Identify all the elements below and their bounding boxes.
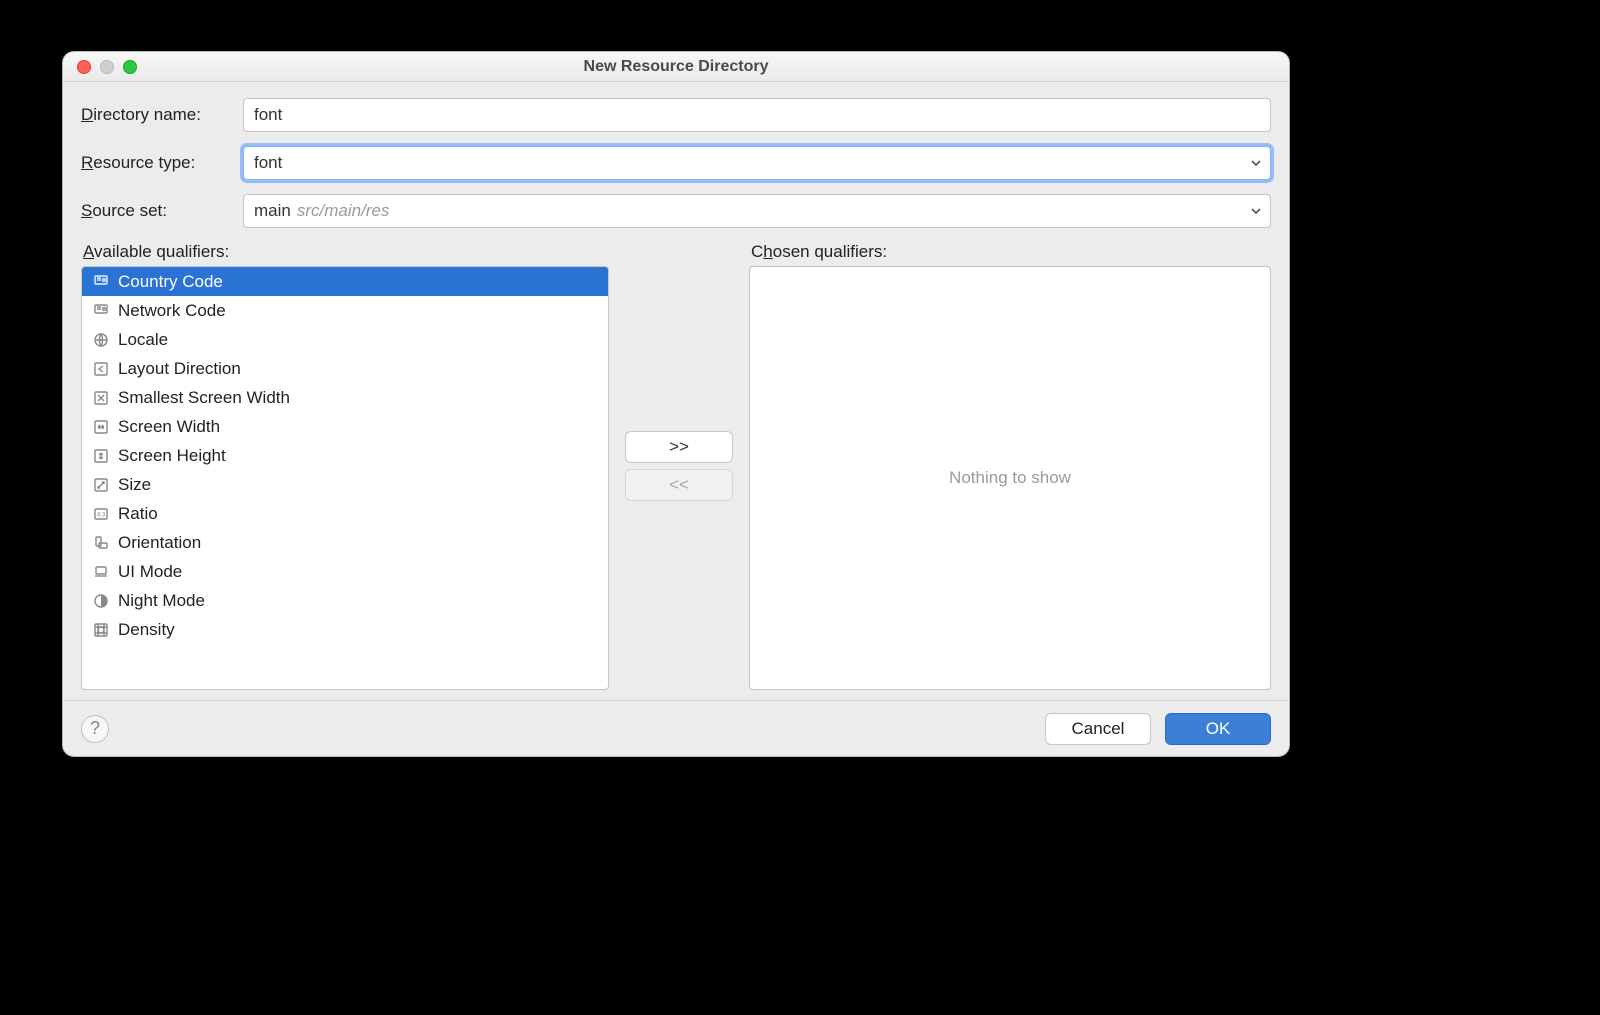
flag-icon bbox=[92, 273, 110, 291]
row-source-set: Source set: main src/main/res bbox=[81, 194, 1271, 228]
arrows-h-box-icon bbox=[92, 418, 110, 436]
row-resource-type: Resource type: font bbox=[81, 146, 1271, 180]
list-item[interactable]: Size bbox=[82, 470, 608, 499]
source-set-select[interactable]: main src/main/res bbox=[243, 194, 1271, 228]
label-available-qualifiers: Available qualifiers: bbox=[81, 242, 609, 262]
list-item-label: Orientation bbox=[118, 533, 201, 553]
label-chosen-qualifiers: Chosen qualifiers: bbox=[749, 242, 1271, 262]
close-icon[interactable] bbox=[77, 60, 91, 74]
list-item-label: Screen Width bbox=[118, 417, 220, 437]
chosen-qualifiers-list[interactable]: Nothing to show bbox=[749, 266, 1271, 690]
arrows-box-icon bbox=[92, 389, 110, 407]
list-item[interactable]: Country Code bbox=[82, 267, 608, 296]
orientation-icon bbox=[92, 534, 110, 552]
list-item-label: Network Code bbox=[118, 301, 226, 321]
dialog-title: New Resource Directory bbox=[584, 58, 769, 76]
laptop-icon bbox=[92, 563, 110, 581]
chevron-down-icon bbox=[1250, 205, 1262, 217]
row-directory-name: Directory name: font bbox=[81, 98, 1271, 132]
directory-name-input[interactable]: font bbox=[243, 98, 1271, 132]
list-item-label: Screen Height bbox=[118, 446, 226, 466]
label-directory-name: Directory name: bbox=[81, 105, 243, 125]
list-item-label: Size bbox=[118, 475, 151, 495]
list-item-label: Country Code bbox=[118, 272, 223, 292]
list-item[interactable]: Density bbox=[82, 615, 608, 644]
list-item[interactable]: Night Mode bbox=[82, 586, 608, 615]
cancel-button[interactable]: Cancel bbox=[1045, 713, 1151, 745]
help-icon: ? bbox=[90, 718, 100, 739]
list-item[interactable]: UI Mode bbox=[82, 557, 608, 586]
list-item-label: Layout Direction bbox=[118, 359, 241, 379]
help-button[interactable]: ? bbox=[81, 715, 109, 743]
remove-qualifier-button: << bbox=[625, 469, 733, 501]
source-set-hint: src/main/res bbox=[297, 201, 390, 221]
list-item[interactable]: 4:3 Ratio bbox=[82, 499, 608, 528]
list-item-label: UI Mode bbox=[118, 562, 182, 582]
chevron-down-icon bbox=[1250, 157, 1262, 169]
ok-button[interactable]: OK bbox=[1165, 713, 1271, 745]
flag-icon bbox=[92, 302, 110, 320]
dialog-new-resource-directory: New Resource Directory Directory name: f… bbox=[62, 51, 1290, 757]
list-item[interactable]: Layout Direction bbox=[82, 354, 608, 383]
list-item-label: Night Mode bbox=[118, 591, 205, 611]
list-item[interactable]: Orientation bbox=[82, 528, 608, 557]
source-set-value: main bbox=[254, 201, 291, 221]
available-qualifiers-list[interactable]: Country Code Network Code Locale Layout Dir… bbox=[81, 266, 609, 690]
svg-text:4:3: 4:3 bbox=[97, 512, 106, 518]
list-item[interactable]: Locale bbox=[82, 325, 608, 354]
list-item-label: Locale bbox=[118, 330, 168, 350]
chosen-empty-text: Nothing to show bbox=[750, 267, 1270, 689]
directory-name-value: font bbox=[254, 105, 282, 125]
dialog-footer: ? Cancel OK bbox=[63, 700, 1289, 756]
list-item[interactable]: Network Code bbox=[82, 296, 608, 325]
arrow-left-box-icon bbox=[92, 360, 110, 378]
resource-type-select[interactable]: font bbox=[243, 146, 1271, 180]
expand-box-icon bbox=[92, 476, 110, 494]
resource-type-value: font bbox=[254, 153, 282, 173]
minimize-icon bbox=[100, 60, 114, 74]
list-item[interactable]: Screen Width bbox=[82, 412, 608, 441]
zoom-icon[interactable] bbox=[123, 60, 137, 74]
ratio-box-icon: 4:3 bbox=[92, 505, 110, 523]
list-item-label: Ratio bbox=[118, 504, 158, 524]
list-item[interactable]: Screen Height bbox=[82, 441, 608, 470]
list-item-label: Density bbox=[118, 620, 175, 640]
label-source-set: Source set: bbox=[81, 201, 243, 221]
label-resource-type: Resource type: bbox=[81, 153, 243, 173]
titlebar: New Resource Directory bbox=[63, 52, 1289, 82]
list-item-label: Smallest Screen Width bbox=[118, 388, 290, 408]
grid-circle-icon bbox=[92, 621, 110, 639]
arrows-v-box-icon bbox=[92, 447, 110, 465]
circle-half-icon bbox=[92, 592, 110, 610]
window-controls bbox=[77, 60, 137, 74]
list-item[interactable]: Smallest Screen Width bbox=[82, 383, 608, 412]
add-qualifier-button[interactable]: >> bbox=[625, 431, 733, 463]
globe-icon bbox=[92, 331, 110, 349]
